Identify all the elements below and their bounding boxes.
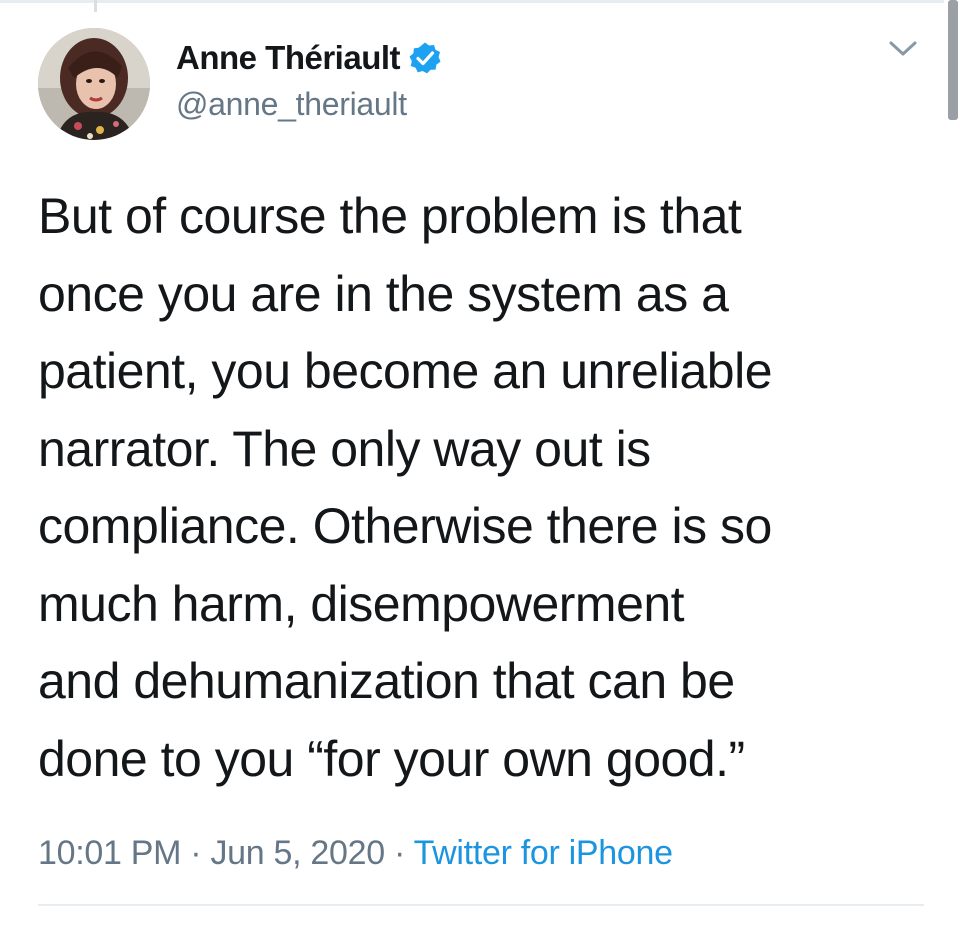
chevron-down-icon[interactable] [888, 38, 918, 60]
scrollbar[interactable] [944, 0, 960, 122]
verified-badge-icon [409, 42, 441, 74]
tweet-text-line: patient, you become an unreliable [38, 343, 773, 399]
meta-separator: · [181, 834, 211, 872]
top-divider [0, 0, 944, 3]
tweet-text: But of course the problem is that once y… [38, 178, 938, 798]
meta-separator: · [384, 834, 414, 872]
scrollbar-thumb[interactable] [948, 0, 958, 120]
tweet-date[interactable]: Jun 5, 2020 [210, 834, 385, 872]
top-divider-tick [94, 0, 97, 12]
author-display-name[interactable]: Anne Thériault [176, 39, 401, 77]
tweet-text-line: once you are in the system as a [38, 265, 729, 322]
tweet-source-link[interactable]: Twitter for iPhone [414, 834, 673, 872]
avatar[interactable] [38, 28, 150, 140]
tweet-text-line: compliance. Otherwise there is so [38, 498, 772, 554]
tweet-meta: 10:01 PM · Jun 5, 2020 · Twitter for iPh… [38, 834, 673, 873]
tweet-text-line: done to you “for your own good.” [38, 730, 745, 787]
tweet-text-line: and dehumanization that can be [38, 653, 735, 709]
tweet-time[interactable]: 10:01 PM [38, 834, 181, 872]
bottom-divider [38, 904, 924, 906]
tweet-text-line: narrator. The only way out is [38, 420, 651, 477]
author-name-row[interactable]: Anne Thériault [176, 38, 442, 78]
author-handle[interactable]: @anne_theriault [176, 86, 407, 123]
tweet-text-line: much harm, disempowerment [38, 575, 685, 632]
avatar-photo-icon [38, 28, 150, 140]
tweet-text-line: But of course the problem is that [38, 188, 742, 244]
